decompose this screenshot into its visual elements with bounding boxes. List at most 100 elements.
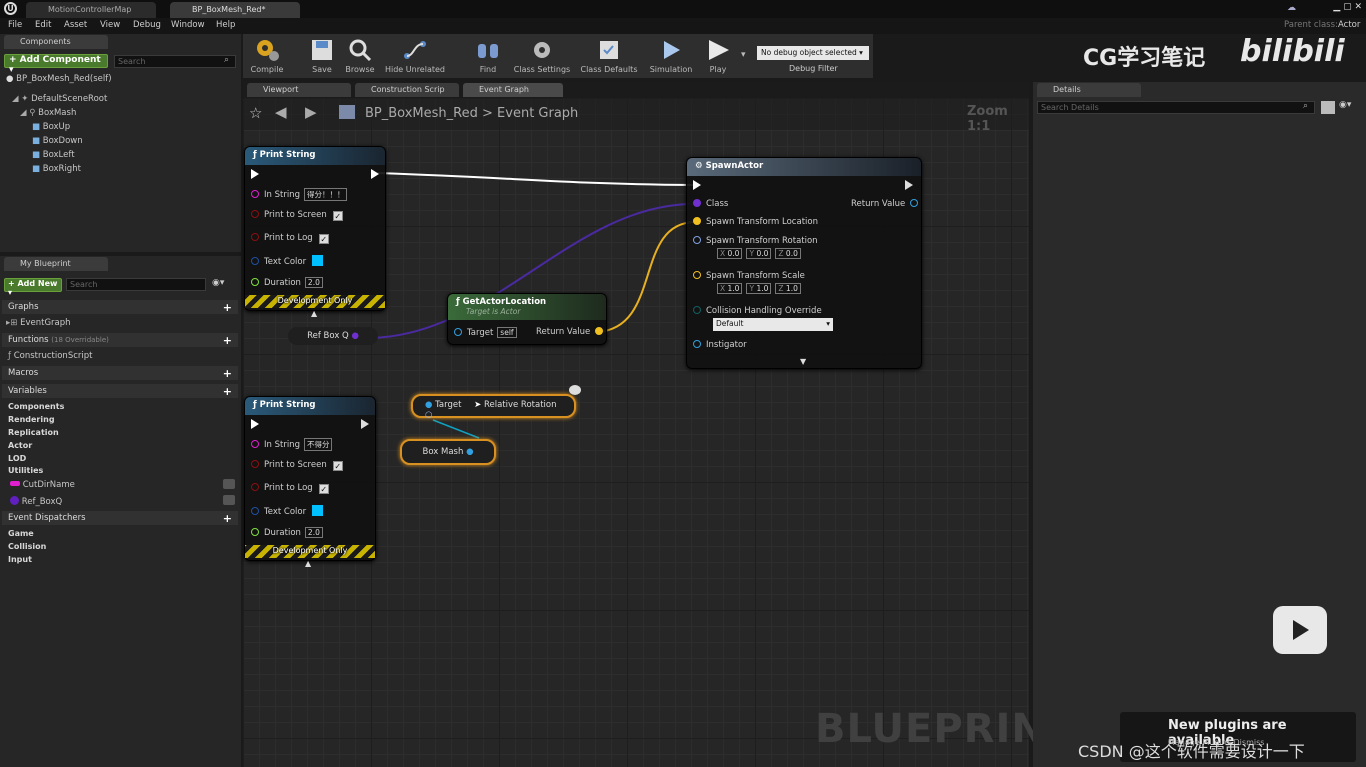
- graphs-header[interactable]: Graphs +: [2, 300, 238, 314]
- duration-pin[interactable]: Duration 2.0: [251, 277, 323, 288]
- breadcrumb-blueprint[interactable]: BP_BoxMesh_Red: [365, 106, 478, 121]
- expand-arrow-icon[interactable]: ▼: [800, 357, 806, 366]
- add-new-button[interactable]: + Add New ▾: [4, 278, 62, 297]
- color-swatch[interactable]: [312, 505, 324, 516]
- eventgraph-item[interactable]: ▸⊞ EventGraph: [6, 318, 71, 328]
- doc-tab-map[interactable]: MotionControllerMap: [26, 2, 156, 18]
- window-controls[interactable]: ▁ ▢ ✕: [1333, 2, 1362, 12]
- eye-toggle-icon[interactable]: [223, 479, 235, 489]
- checkbox[interactable]: ✓: [318, 234, 329, 244]
- return-value-pin[interactable]: Return Value: [536, 327, 608, 337]
- duration-input[interactable]: 2.0: [304, 277, 323, 288]
- print-to-log-pin[interactable]: Print to Log ✓: [251, 483, 329, 494]
- notification-icon[interactable]: ☁: [1287, 3, 1296, 13]
- collision-select[interactable]: Default ▾: [713, 318, 833, 331]
- add-component-button[interactable]: + Add Component ▾: [4, 54, 108, 75]
- scale-x-input[interactable]: X 1.0: [717, 283, 743, 294]
- instigator-pin[interactable]: Instigator: [693, 340, 747, 350]
- menu-asset[interactable]: Asset: [64, 20, 87, 30]
- parent-class-value[interactable]: Actor: [1338, 20, 1360, 30]
- class-settings-button[interactable]: Class Settings: [511, 34, 573, 78]
- find-button[interactable]: Find: [471, 34, 505, 78]
- class-defaults-button[interactable]: Class Defaults: [577, 34, 641, 78]
- text-color-pin[interactable]: Text Color: [251, 255, 324, 267]
- object-pin-icon[interactable]: ●: [351, 331, 358, 341]
- in-string-input[interactable]: 得分！！！: [303, 188, 348, 201]
- back-arrow-icon[interactable]: ◀: [275, 103, 287, 121]
- rotation-pin-icon[interactable]: ○: [425, 410, 432, 420]
- simulation-button[interactable]: Simulation: [647, 34, 695, 78]
- component-defaultsceneroot[interactable]: ◢ ✦ DefaultSceneRoot: [12, 94, 107, 104]
- hide-unrelated-button[interactable]: Hide Unrelated: [383, 34, 447, 78]
- functions-header[interactable]: Functions (18 Overridable) +: [2, 333, 238, 347]
- add-graph-icon[interactable]: +: [223, 301, 232, 314]
- get-actor-location-node[interactable]: ƒ GetActorLocation Target is Actor Target…: [447, 293, 607, 345]
- variable-cutdirname[interactable]: CutDirName: [10, 480, 75, 490]
- components-search-input[interactable]: Search: [114, 55, 236, 68]
- exec-out-pin[interactable]: [905, 180, 913, 193]
- spawn-rotation-pin[interactable]: Spawn Transform Rotation X 0.0 Y 0.0 Z 0.0: [693, 236, 818, 259]
- add-dispatcher-icon[interactable]: +: [223, 512, 232, 525]
- eye-icon[interactable]: ◉▾: [212, 278, 224, 288]
- scale-y-input[interactable]: Y 1.0: [746, 283, 772, 294]
- blueprint-search-input[interactable]: Search: [66, 278, 206, 291]
- dispatcher-category-collision[interactable]: Collision: [8, 542, 46, 551]
- scale-z-input[interactable]: Z 1.0: [775, 283, 801, 294]
- var-category-replication[interactable]: Replication: [8, 428, 59, 437]
- duration-input[interactable]: 2.0: [304, 527, 323, 538]
- exec-in-pin[interactable]: [251, 419, 259, 432]
- in-string-input[interactable]: 不得分: [303, 438, 333, 451]
- forward-arrow-icon[interactable]: ▶: [305, 103, 317, 121]
- component-self[interactable]: ● BP_BoxMesh_Red(self): [6, 74, 112, 84]
- in-string-pin[interactable]: In String 得分！！！: [251, 188, 348, 201]
- component-boxmash[interactable]: ◢ ⚲ BoxMash: [20, 108, 76, 118]
- doc-tab-blueprint[interactable]: BP_BoxMesh_Red*: [170, 2, 300, 18]
- checkbox[interactable]: ✓: [318, 484, 329, 494]
- constructionscript-item[interactable]: ƒ ConstructionScript: [8, 351, 92, 361]
- in-string-pin[interactable]: In String 不得分: [251, 438, 333, 451]
- var-category-components[interactable]: Components: [8, 402, 64, 411]
- event-dispatchers-header[interactable]: Event Dispatchers +: [2, 511, 238, 525]
- components-tab[interactable]: Components: [4, 35, 108, 49]
- add-function-icon[interactable]: +: [223, 334, 232, 347]
- details-tab[interactable]: Details: [1037, 83, 1141, 97]
- tab-construction-script[interactable]: Construction Scrip: [355, 83, 459, 97]
- var-category-rendering[interactable]: Rendering: [8, 415, 55, 424]
- exec-in-pin[interactable]: [251, 169, 259, 182]
- event-graph-canvas[interactable]: ☆ ◀ ▶ BP_BoxMesh_Red > Event Graph Zoom …: [243, 98, 1073, 767]
- browse-button[interactable]: Browse: [343, 34, 377, 78]
- menu-debug[interactable]: Debug: [133, 20, 161, 30]
- spawn-return-value-pin[interactable]: Return Value: [851, 199, 923, 209]
- macros-header[interactable]: Macros +: [2, 366, 238, 380]
- save-button[interactable]: Save: [307, 34, 337, 78]
- rotation-z-input[interactable]: Z 0.0: [775, 248, 801, 259]
- dispatcher-category-input[interactable]: Input: [8, 555, 32, 564]
- component-boxleft[interactable]: ■ BoxLeft: [32, 150, 75, 160]
- breadcrumb-graph[interactable]: Event Graph: [497, 106, 578, 121]
- print-to-screen-pin[interactable]: Print to Screen ✓: [251, 460, 343, 471]
- rotation-y-input[interactable]: Y 0.0: [746, 248, 772, 259]
- component-boxdown[interactable]: ■ BoxDown: [32, 136, 83, 146]
- var-category-utilities[interactable]: Utilities: [8, 466, 43, 475]
- my-blueprint-tab[interactable]: My Blueprint: [4, 257, 108, 271]
- ref-box-q-node[interactable]: Ref Box Q ●: [288, 327, 378, 345]
- exec-out-pin[interactable]: [371, 169, 379, 182]
- comment-bubble-icon[interactable]: [569, 385, 581, 395]
- print-to-log-pin[interactable]: Print to Log ✓: [251, 233, 329, 244]
- var-category-actor[interactable]: Actor: [8, 441, 32, 450]
- spawn-scale-pin[interactable]: Spawn Transform Scale X 1.0 Y 1.0 Z 1.0: [693, 271, 805, 294]
- add-variable-icon[interactable]: +: [223, 385, 232, 398]
- object-pin-icon[interactable]: ●: [466, 447, 473, 457]
- expand-arrow-icon[interactable]: ▲: [305, 559, 311, 568]
- eye-icon[interactable]: ◉▾: [1339, 100, 1351, 110]
- expand-arrow-icon[interactable]: ▲: [311, 309, 317, 318]
- print-string-node-1[interactable]: ƒ Print String In String 得分！！！ Print to S…: [244, 146, 386, 311]
- star-icon[interactable]: ☆: [249, 104, 262, 122]
- menu-edit[interactable]: Edit: [35, 20, 51, 30]
- play-overlay-icon[interactable]: [1273, 606, 1327, 654]
- variables-header[interactable]: Variables +: [2, 384, 238, 398]
- target-pin[interactable]: Target self: [454, 327, 517, 338]
- duration-pin[interactable]: Duration 2.0: [251, 527, 323, 538]
- class-pin[interactable]: Class: [693, 199, 728, 209]
- eye-toggle-icon[interactable]: [223, 495, 235, 505]
